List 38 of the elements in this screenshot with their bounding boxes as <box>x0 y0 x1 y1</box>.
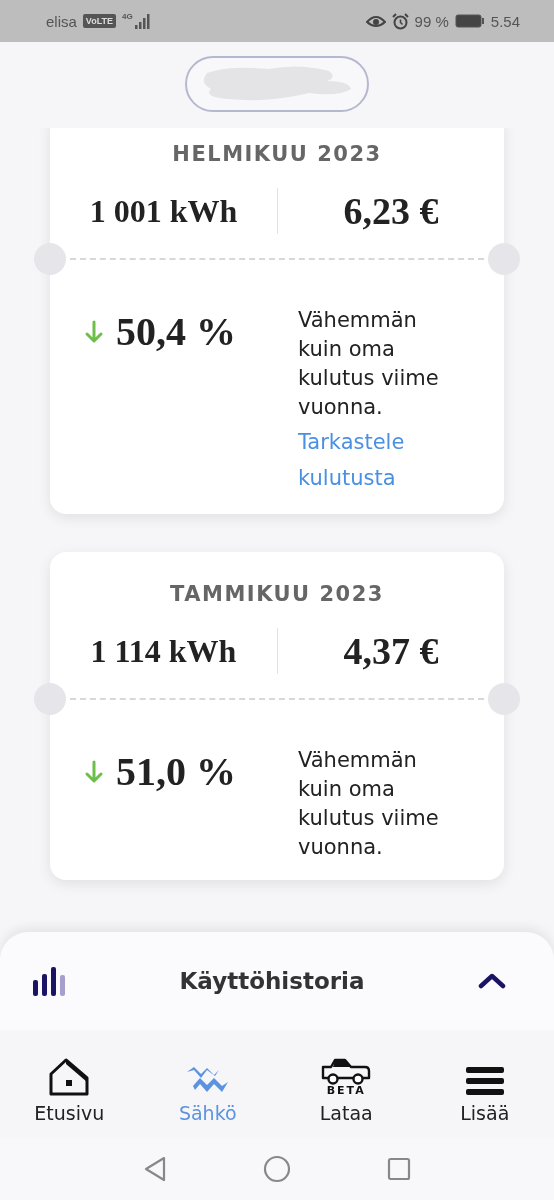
chevron-up-icon[interactable] <box>478 972 506 990</box>
cost-value: 4,37 € <box>277 628 504 674</box>
eye-icon <box>365 14 386 28</box>
cost-value: 6,23 € <box>277 188 504 234</box>
nav-tab[interactable]: Lisää <box>415 1030 554 1138</box>
network-type: 4G <box>122 12 133 21</box>
energy-value: 1 001 kWh <box>88 191 239 231</box>
change-percent: 50,4 % <box>116 312 236 352</box>
clock-time: 5.54 <box>490 12 520 30</box>
account-selector[interactable] <box>185 56 369 112</box>
month-title: TAMMIKUU 2023 <box>169 582 385 606</box>
comparison-text: Vähemmän kuin oma kulutus viime vuonna. <box>298 307 440 421</box>
energy-value: 1 114 kWh <box>89 631 238 671</box>
change-percent: 51,0 % <box>116 752 236 792</box>
battery-percent: 99 % <box>414 12 449 30</box>
ticket-notch <box>488 243 520 275</box>
recents-icon[interactable] <box>387 1157 411 1181</box>
nav-tab[interactable]: Etusivu <box>0 1030 139 1138</box>
back-icon[interactable] <box>143 1156 167 1182</box>
carrier-name: elisa <box>46 12 77 30</box>
ticket-notch <box>488 683 520 715</box>
battery-icon <box>454 14 485 28</box>
home-circle-icon[interactable] <box>263 1155 291 1183</box>
bar-chart-icon <box>32 966 66 996</box>
menu-icon <box>464 1066 505 1096</box>
nav-tab[interactable]: BETA Lataa <box>277 1030 416 1138</box>
beta-label: BETA <box>326 1085 366 1096</box>
car-icon <box>321 1058 372 1086</box>
house-icon <box>49 1058 90 1096</box>
signal-icon <box>134 13 151 29</box>
month-title: HELMIKUU 2023 <box>171 142 383 166</box>
alarm-icon <box>391 12 409 30</box>
sheet-title: Käyttöhistoria <box>178 968 366 994</box>
ticket-notch <box>34 243 66 275</box>
volte-badge: VoLTE <box>82 14 117 28</box>
ticket-notch <box>34 683 66 715</box>
history-sheet[interactable]: Käyttöhistoria <box>0 932 554 1030</box>
comparison-text: Vähemmän kuin oma kulutus viime vuonna. <box>298 747 440 861</box>
